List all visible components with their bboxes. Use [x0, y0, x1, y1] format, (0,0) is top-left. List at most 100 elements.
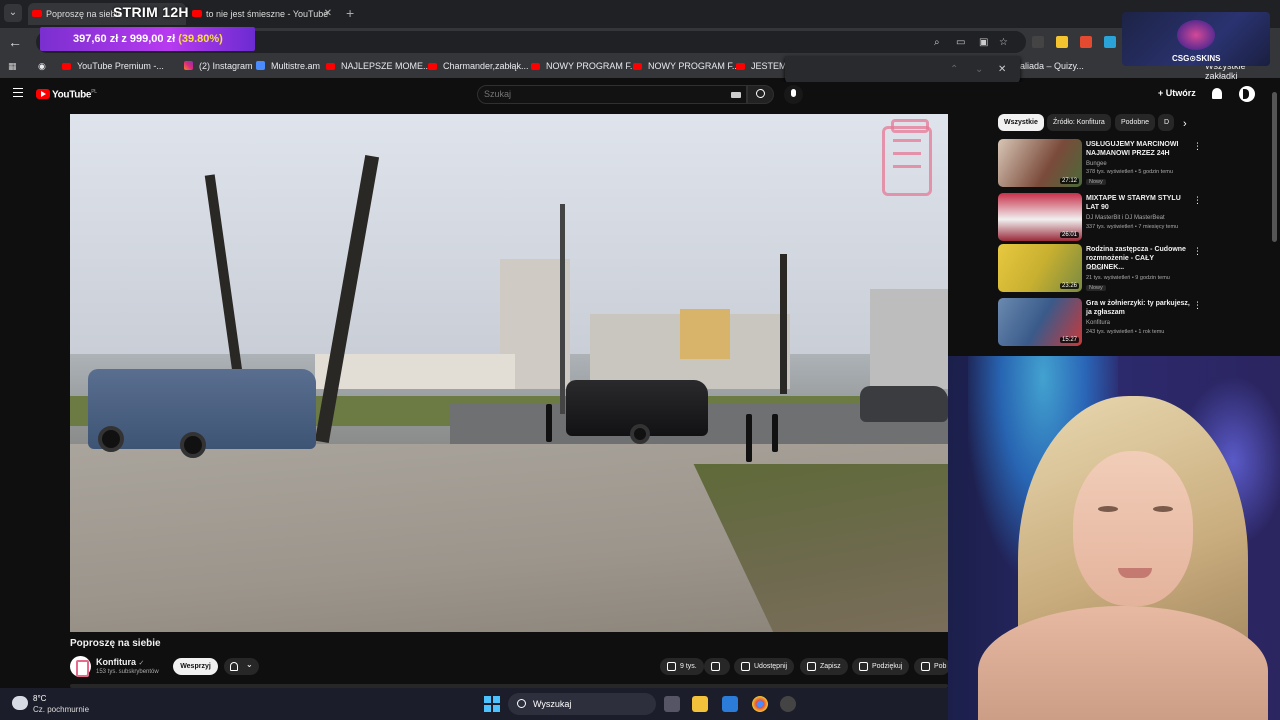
chrome-icon[interactable]: ◉ — [38, 61, 46, 72]
bookmark-item[interactable]: (2) Instagram — [184, 61, 253, 71]
weather-temperature[interactable]: 8°C — [33, 694, 46, 703]
recommendation-channel[interactable]: Konfitura — [1086, 320, 1110, 326]
extension-icon[interactable] — [1104, 36, 1116, 48]
extension-icon[interactable] — [1080, 36, 1092, 48]
bookmark-item[interactable]: Charmander,zabłąk... — [428, 61, 529, 71]
page-scrollbar[interactable] — [1272, 92, 1277, 242]
search-input[interactable] — [484, 89, 724, 99]
weather-cloud-icon[interactable] — [12, 696, 28, 710]
windows-start-icon[interactable] — [484, 696, 500, 712]
sponsor-logo-text: CSG⊙SKINS — [1172, 54, 1221, 63]
recommendation-item[interactable]: 26:01 MIXTAPE W STARYM STYLU LAT 90 DJ M… — [998, 193, 1208, 245]
weather-condition[interactable]: Cz. pochmurnie — [33, 705, 89, 714]
store-icon[interactable] — [722, 696, 738, 712]
more-options-icon[interactable]: ⋮ — [1193, 141, 1202, 152]
keyboard-icon[interactable] — [731, 92, 741, 98]
extension-icon[interactable] — [1032, 36, 1044, 48]
task-view-icon[interactable] — [664, 696, 680, 712]
bookmark-item[interactable]: NOWY PROGRAM F... — [633, 61, 739, 71]
save-button[interactable]: Zapisz — [800, 658, 848, 675]
account-avatar[interactable] — [1239, 86, 1255, 102]
tab-second[interactable]: to nie jest śmieszne - YouTube ✕ — [188, 3, 338, 25]
cast-icon[interactable]: ▭ — [956, 37, 965, 48]
install-icon[interactable]: ▣ — [979, 37, 988, 48]
find-prev-icon[interactable]: ⌃ — [950, 64, 958, 75]
recommendation-title[interactable]: MIXTAPE W STARYM STYLU LAT 90 — [1086, 194, 1190, 212]
find-close-icon[interactable]: ✕ — [998, 64, 1006, 75]
extension-icon[interactable] — [1056, 36, 1068, 48]
region-code: PL — [91, 89, 97, 95]
chip-all[interactable]: Wszystkie — [998, 114, 1044, 131]
video-duration: 23:26 — [1059, 283, 1079, 289]
find-next-icon[interactable]: ⌄ — [975, 64, 983, 75]
video-thumbnail[interactable]: 27:12 — [998, 139, 1082, 187]
recommendation-item[interactable]: 27:12 USŁUGUJEMY MARCINOWI NAJMANOWI PRZ… — [998, 139, 1208, 191]
search-button[interactable] — [747, 85, 774, 104]
more-options-icon[interactable]: ⋮ — [1193, 195, 1202, 206]
bookmark-item[interactable]: Multistre.am — [256, 61, 320, 71]
find-bar: ⌃ ⌄ ✕ — [785, 56, 1020, 84]
recommendation-item[interactable]: 23:26 Rodzina zastępcza - Cudowne rozmno… — [998, 244, 1208, 296]
thanks-button[interactable]: Podziękuj — [852, 658, 910, 675]
chrome-taskbar-icon[interactable] — [752, 696, 768, 712]
apps-grid-icon[interactable]: ▦ — [8, 61, 17, 72]
recommendation-channel[interactable]: Polsat — [1086, 266, 1103, 272]
recommendation-title[interactable]: Gra w żołnierzyki: ty parkujesz, ja zgła… — [1086, 299, 1190, 317]
notifications-bell-icon[interactable] — [1212, 88, 1222, 99]
video-player[interactable] — [70, 114, 948, 632]
channel-avatar[interactable] — [70, 656, 91, 677]
channel-watermark-icon[interactable] — [882, 119, 932, 196]
bookmark-item[interactable]: aliada – Quizy... — [1020, 61, 1084, 71]
recommendation-channel[interactable]: DJ MasterBit i DJ MasterBeat — [1086, 215, 1165, 221]
notification-bell-button[interactable]: ⌄ — [224, 658, 259, 675]
create-button[interactable]: + Utwórz — [1158, 88, 1196, 98]
close-tab-icon[interactable]: ✕ — [324, 3, 332, 25]
sidebar-chips: Wszystkie Źródło: Konfitura Podobne D — [998, 114, 1188, 132]
bookmark-item[interactable]: NAJLEPSZE MOME... — [326, 61, 431, 71]
youtube-play-icon — [36, 89, 50, 100]
chevron-right-icon[interactable]: › — [1183, 118, 1187, 130]
taskbar-search[interactable]: Wyszukaj — [508, 693, 656, 715]
video-frame-tree — [780, 254, 787, 394]
menu-icon[interactable] — [13, 88, 23, 98]
support-button[interactable]: Wesprzyj — [173, 658, 218, 675]
more-options-icon[interactable]: ⋮ — [1193, 246, 1202, 257]
search-icon — [517, 699, 526, 708]
recommendation-channel[interactable]: Bungee — [1086, 161, 1107, 167]
share-button[interactable]: Udostępnij — [734, 658, 795, 675]
video-thumbnail[interactable]: 23:26 — [998, 244, 1082, 292]
file-explorer-icon[interactable] — [692, 696, 708, 712]
video-thumbnail[interactable]: 26:01 — [998, 193, 1082, 241]
chip-source[interactable]: Źródło: Konfitura — [1047, 114, 1111, 131]
bookmark-item[interactable]: NOWY PROGRAM F... — [531, 61, 637, 71]
chip-similar[interactable]: Podobne — [1115, 114, 1156, 131]
video-duration: 26:01 — [1059, 232, 1079, 238]
donation-amount: 397,60 zł z 999,00 zł — [73, 33, 176, 45]
dislike-button[interactable] — [704, 658, 730, 675]
channel-name[interactable]: Konfitura ✓ — [96, 657, 144, 667]
verified-icon: ✓ — [138, 660, 145, 667]
video-frame-lamppost — [560, 204, 565, 414]
new-tab-icon[interactable]: + — [346, 5, 354, 21]
chip-more[interactable]: D — [1158, 114, 1174, 131]
recommendation-item[interactable]: 15:27 Gra w żołnierzyki: ty parkujesz, j… — [998, 298, 1208, 350]
bookmark-star-icon[interactable]: ☆ — [999, 37, 1008, 48]
webcam-person-mouth — [1118, 568, 1152, 578]
youtube-header: YouTubePL + Utwórz — [0, 82, 1280, 108]
download-button[interactable]: Pob — [914, 658, 951, 675]
zoom-icon[interactable]: ⌕ — [934, 37, 940, 48]
back-arrow-icon[interactable]: ← — [8, 34, 22, 50]
more-options-icon[interactable]: ⋮ — [1193, 300, 1202, 311]
voice-search-button[interactable] — [784, 85, 803, 104]
like-button[interactable]: 9 tys. — [660, 658, 704, 675]
youtube-logo[interactable]: YouTubePL — [36, 89, 97, 100]
recommendation-title[interactable]: USŁUGUJEMY MARCINOWI NAJMANOWI PRZEZ 24H — [1086, 140, 1190, 158]
steam-icon[interactable] — [780, 696, 796, 712]
video-thumbnail[interactable]: 15:27 — [998, 298, 1082, 346]
recommendation-meta: 378 tys. wyświetleń • 5 godzin temu — [1086, 169, 1173, 175]
youtube-icon — [736, 63, 745, 70]
subscriber-count: 153 tys. subskrybentów — [96, 669, 159, 675]
bookmark-item[interactable]: YouTube Premium -... — [62, 61, 164, 71]
tab-search-icon[interactable]: ⌄ — [4, 4, 22, 22]
video-frame-bollard — [772, 414, 778, 452]
